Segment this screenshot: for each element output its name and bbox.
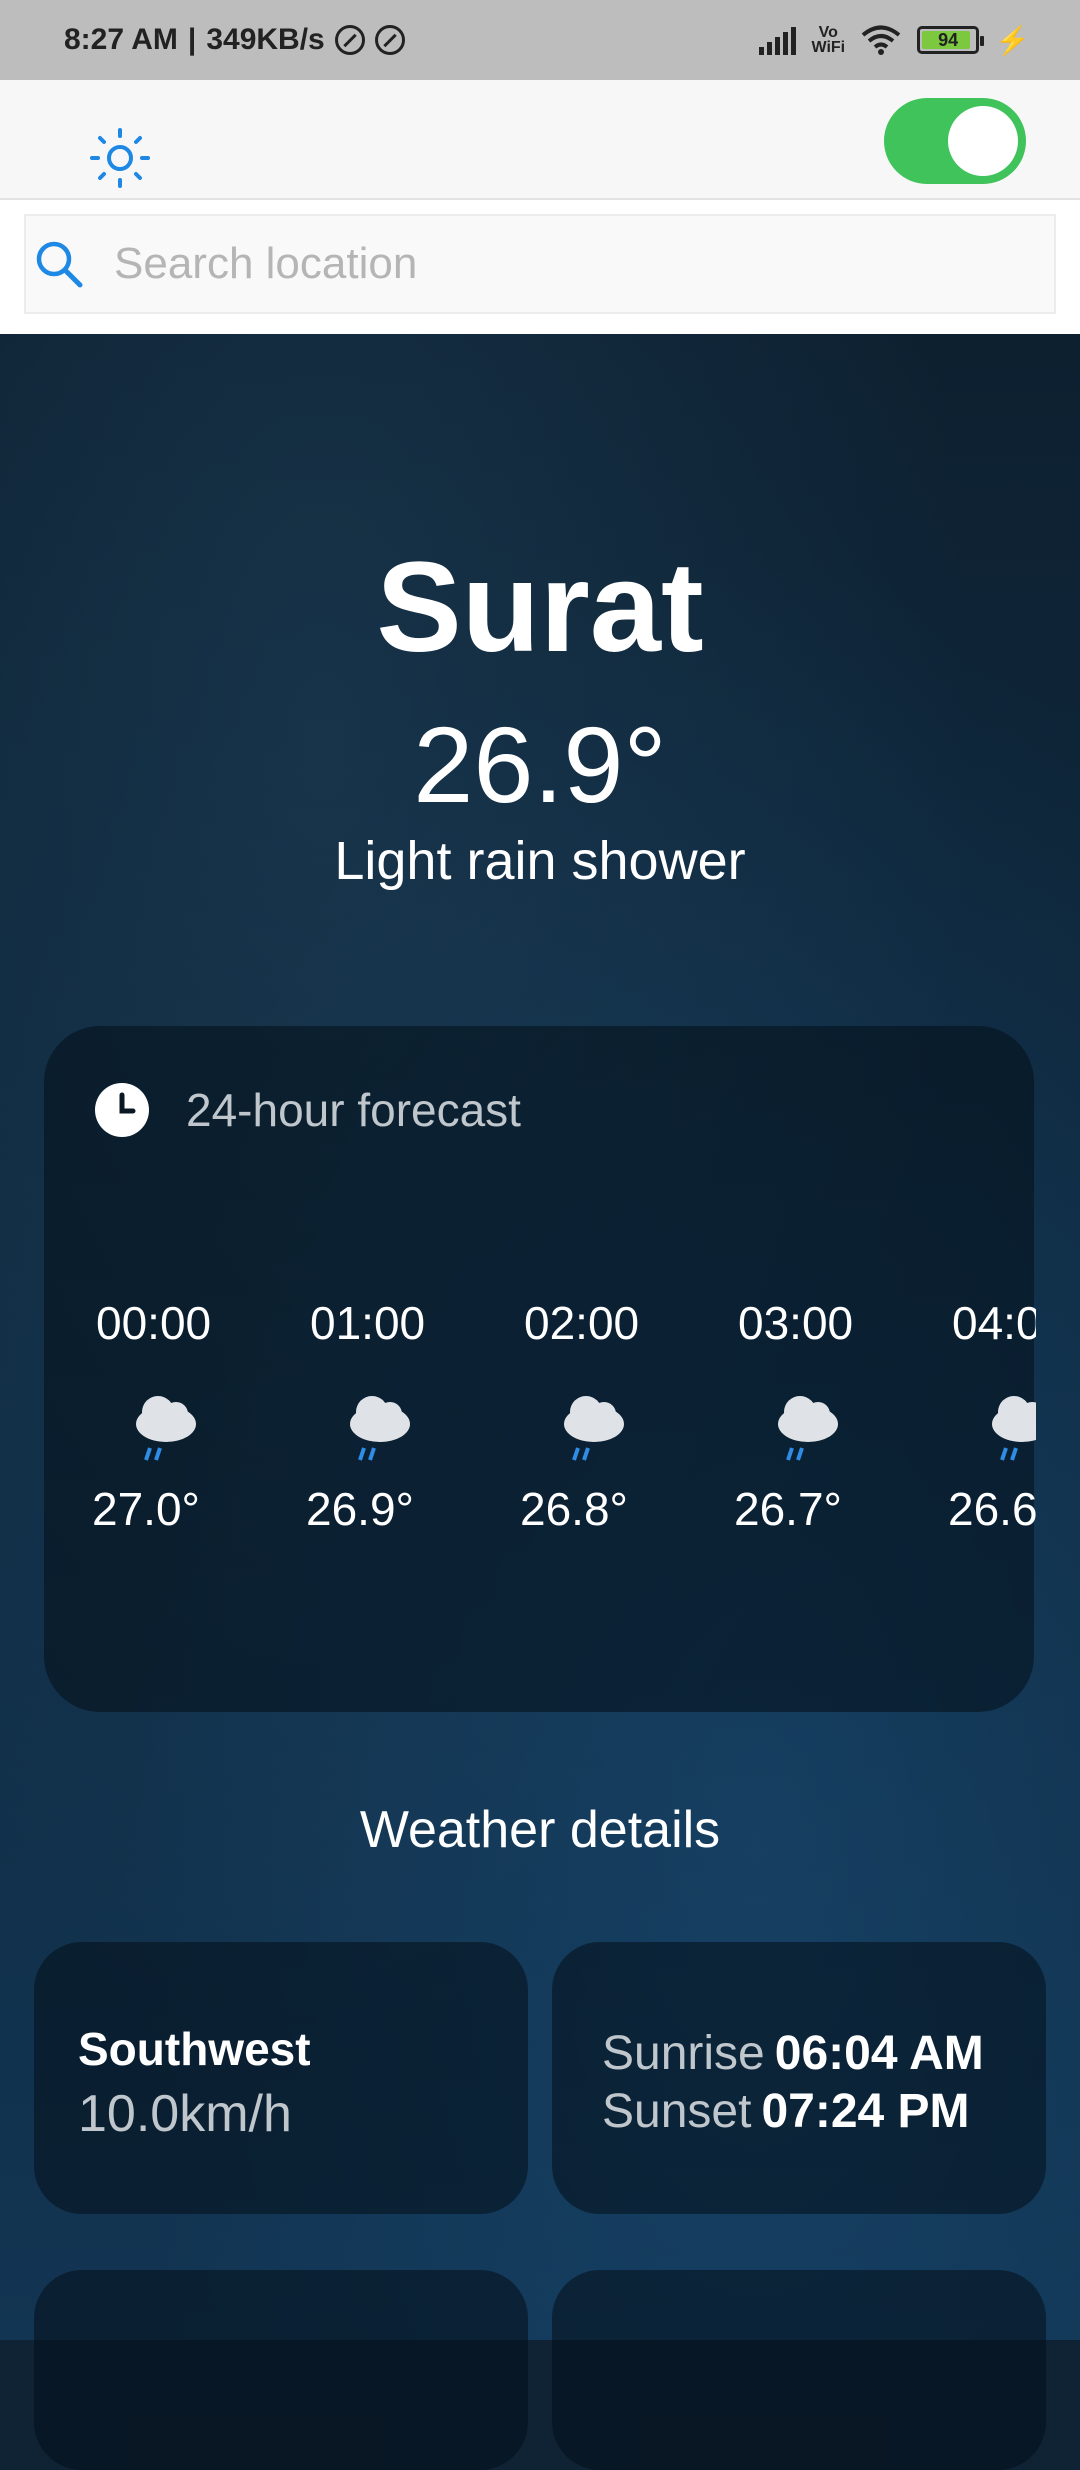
forecast-hour: 02:00 26.8°: [520, 1296, 734, 1536]
wind-tile: Southwest 10.0km/h: [34, 1942, 528, 2214]
forecast-time: 02:00: [524, 1297, 640, 1349]
theme-toggle[interactable]: [884, 98, 1026, 184]
night-rain-icon: [548, 1374, 624, 1461]
sunrise-row: Sunrise 06:04 AM: [602, 2026, 984, 2081]
night-rain-icon: [120, 1374, 196, 1461]
search-bar[interactable]: [24, 214, 1056, 314]
sun-icon[interactable]: [88, 126, 152, 190]
forecast-scroll[interactable]: 00:00 27.0° 01:00 26.9° 02:00 26.8° 03:0…: [92, 1296, 1036, 1596]
forecast-temp: 26.7°: [734, 1483, 842, 1535]
forecast-time: 03:00: [738, 1297, 854, 1349]
sunset-row: Sunset 07:24 PM: [602, 2084, 970, 2139]
forecast-temp: 26.9°: [306, 1483, 414, 1535]
weather-condition: Light rain shower: [334, 831, 746, 891]
current-temperature: 26.9°: [413, 704, 667, 825]
charging-icon: ⚡: [995, 24, 1030, 56]
toggle-knob: [948, 106, 1018, 176]
sunrise-time: 06:04 AM: [774, 2027, 984, 2080]
forecast-time: 00:00: [96, 1297, 212, 1349]
city-name: Surat: [376, 536, 704, 679]
forecast-temp: 27.0°: [92, 1483, 200, 1535]
status-right: Vo WiFi 94 ⚡: [758, 24, 1030, 57]
status-left: 8:27 AM | 349KB/s: [64, 23, 405, 57]
sun-times-tile: Sunrise 06:04 AM Sunset 07:24 PM: [552, 1942, 1046, 2214]
night-rain-icon: [762, 1374, 838, 1461]
sunrise-label: Sunrise: [602, 2027, 765, 2080]
wind-speed: 10.0km/h: [78, 2085, 292, 2143]
do-not-disturb-icon: [334, 25, 365, 55]
weather-details-title: Weather details: [359, 1801, 721, 1859]
signal-icon: [758, 25, 796, 55]
forecast-hour: 04:00 26.6°: [948, 1296, 1036, 1536]
status-separator: |: [187, 23, 197, 56]
wifi-icon: [861, 25, 901, 55]
wind-direction: Southwest: [78, 2023, 311, 2075]
forecast-time: 01:00: [310, 1297, 426, 1349]
forecast-row: 00:00 27.0° 01:00 26.9° 02:00 26.8° 03:0…: [92, 1296, 1036, 1536]
forecast-hour: 03:00 26.7°: [734, 1296, 948, 1536]
forecast-hour: 01:00 26.9°: [306, 1296, 520, 1536]
status-time: 8:27 AM: [64, 23, 178, 56]
night-rain-icon: [976, 1374, 1036, 1461]
sunset-label: Sunset: [602, 2085, 752, 2138]
forecast-temp: 26.8°: [520, 1483, 628, 1535]
status-network-speed: 349KB/s: [206, 23, 325, 56]
forecast-title: 24-hour forecast: [186, 1084, 521, 1136]
app-header: [0, 80, 1080, 200]
battery-icon: 94: [917, 26, 985, 54]
vowifi-top: Vo: [818, 24, 838, 41]
search-icon[interactable]: [32, 237, 86, 291]
search-input[interactable]: [112, 238, 1016, 290]
weather-main: Surat 26.9° Light rain shower 24-hour fo…: [0, 334, 1080, 2470]
vowifi-bottom: WiFi: [811, 39, 846, 56]
forecast-header: 24-hour forecast: [94, 1082, 521, 1138]
clock-icon: [95, 1083, 149, 1137]
status-bar: 8:27 AM | 349KB/s Vo WiFi 94 ⚡: [0, 0, 1080, 80]
sunset-time: 07:24 PM: [761, 2085, 970, 2138]
forecast-hour: 00:00 27.0°: [92, 1296, 306, 1536]
forecast-card: 24-hour forecast 00:00 27.0° 01:00 26.9°…: [44, 1026, 1036, 1712]
forecast-time: 04:00: [952, 1297, 1036, 1349]
do-not-disturb-icon: [374, 25, 405, 55]
detail-tile: [34, 2270, 528, 2470]
forecast-temp: 26.6°: [948, 1483, 1036, 1535]
night-rain-icon: [334, 1374, 410, 1461]
detail-tile: [552, 2270, 1046, 2470]
vowifi-icon: Vo WiFi: [811, 24, 846, 56]
battery-percent: 94: [938, 30, 959, 50]
